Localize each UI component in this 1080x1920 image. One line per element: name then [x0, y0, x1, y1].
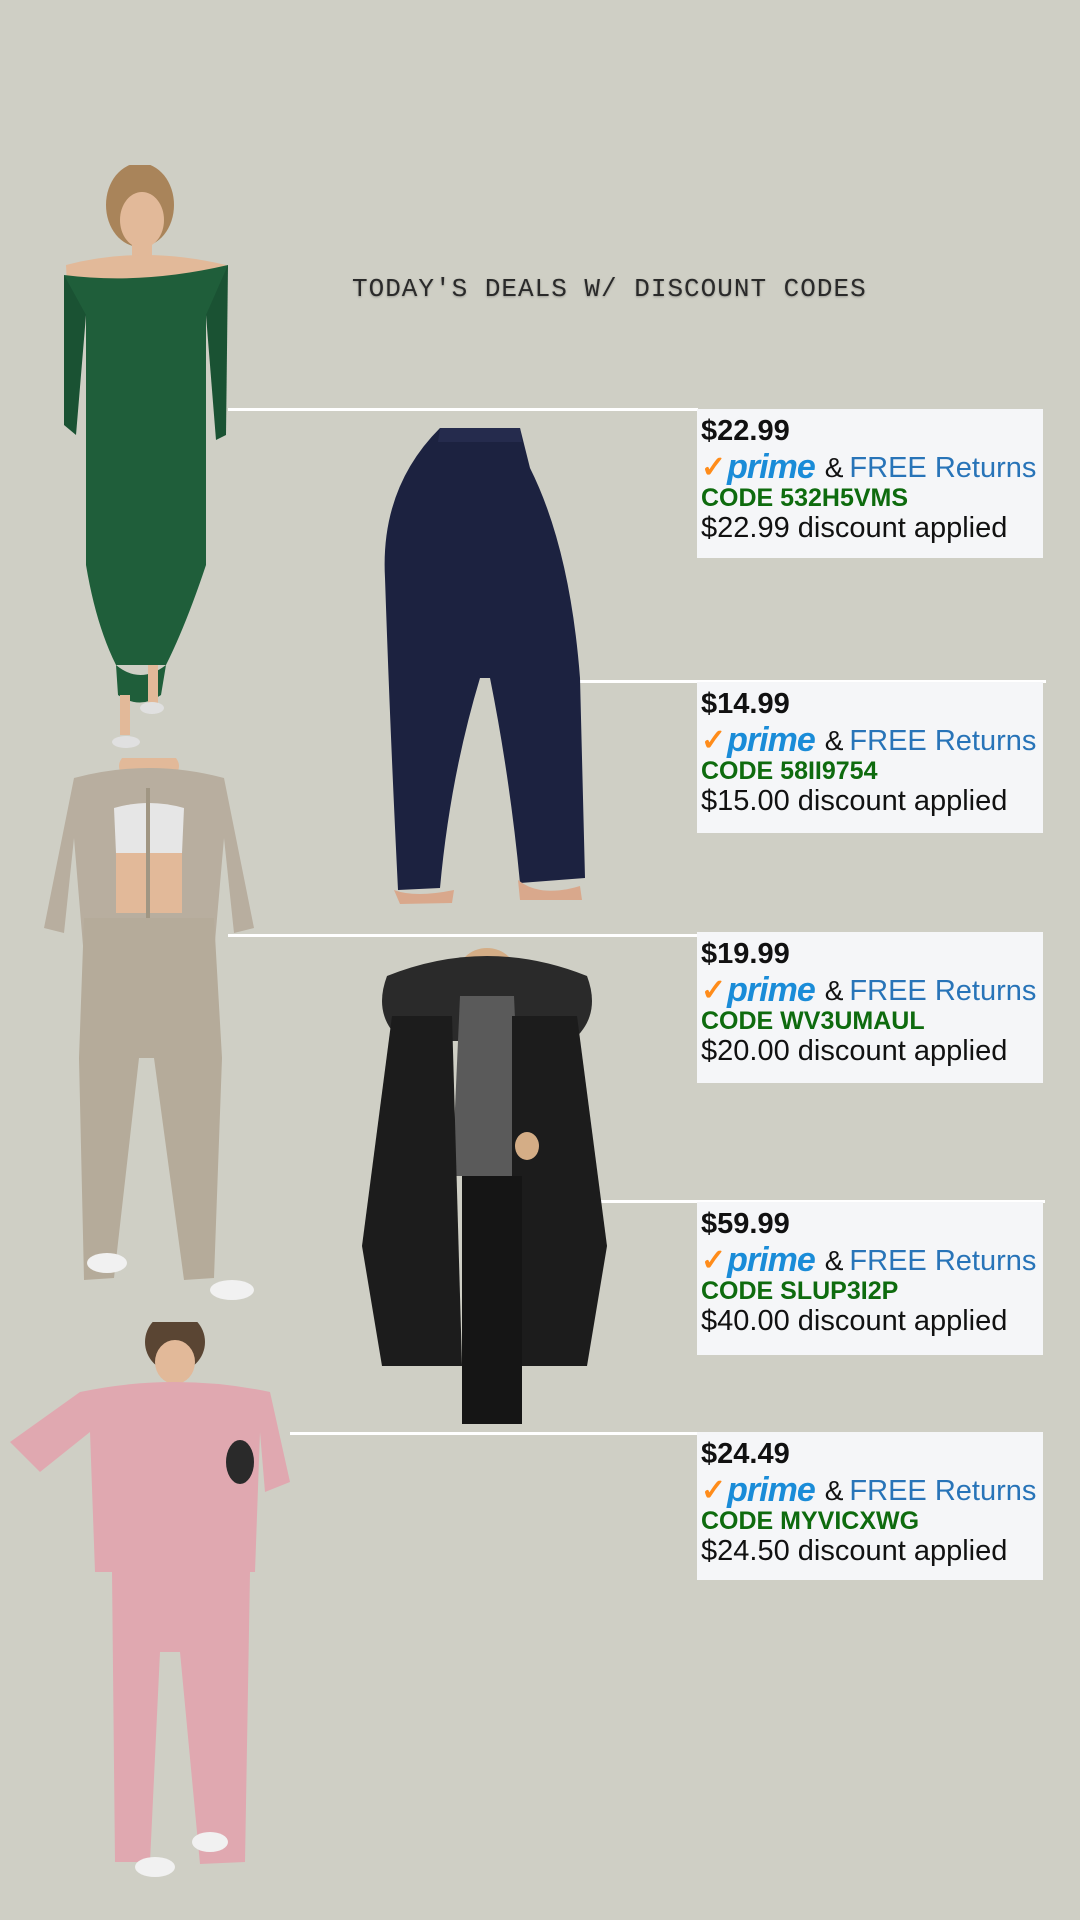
product-image-black-puffer-coat[interactable] — [352, 946, 617, 1424]
discount-code: CODE MYVICXWG — [701, 1507, 920, 1535]
page-title: TODAY'S DEALS W/ DISCOUNT CODES — [352, 274, 867, 304]
discount-applied-text: $40.00 discount applied — [701, 1305, 1008, 1337]
amp-text: & — [824, 1245, 844, 1276]
deal-price: $14.99 — [701, 688, 790, 720]
checkmark-icon: ✓ — [701, 974, 727, 1007]
discount-code: CODE SLUP3I2P — [701, 1277, 899, 1305]
discount-applied-text: $20.00 discount applied — [701, 1035, 1008, 1067]
deal-price: $22.99 — [701, 415, 790, 447]
discount-applied-text: $24.50 discount applied — [701, 1535, 1008, 1567]
prime-row: ✓ prime & FREE Returns — [701, 1473, 1043, 1507]
deal-price: $24.49 — [701, 1438, 790, 1470]
checkmark-icon: ✓ — [701, 1474, 727, 1507]
discount-code: CODE WV3UMAUL — [701, 1007, 925, 1035]
deal-card-4[interactable]: $59.99 ✓ prime & FREE Returns CODE SLUP3… — [697, 1202, 1043, 1355]
free-returns-link[interactable]: FREE Returns — [849, 452, 1036, 484]
product-image-taupe-sweatshirt-set[interactable] — [44, 758, 259, 1303]
deal-card-5[interactable]: $24.49 ✓ prime & FREE Returns CODE MYVIC… — [697, 1432, 1043, 1580]
prime-logo: prime — [727, 448, 816, 486]
prime-row: ✓ prime & FREE Returns — [701, 973, 1043, 1007]
deal-card-3[interactable]: $19.99 ✓ prime & FREE Returns CODE WV3UM… — [697, 932, 1043, 1083]
discount-applied-text: $15.00 discount applied — [701, 785, 1008, 817]
amp-text: & — [824, 452, 844, 483]
amp-text: & — [824, 725, 844, 756]
amp-text: & — [824, 1475, 844, 1506]
free-returns-link[interactable]: FREE Returns — [849, 1475, 1036, 1507]
product-image-pink-sweatshirt-set[interactable] — [0, 1322, 295, 1882]
checkmark-icon: ✓ — [701, 724, 727, 757]
prime-logo: prime — [727, 971, 816, 1009]
free-returns-link[interactable]: FREE Returns — [849, 1245, 1036, 1277]
checkmark-icon: ✓ — [701, 1244, 727, 1277]
deal-price: $59.99 — [701, 1208, 790, 1240]
prime-row: ✓ prime & FREE Returns — [701, 450, 1043, 484]
connector-line-1 — [228, 408, 698, 411]
connector-line-3 — [228, 934, 698, 937]
free-returns-link[interactable]: FREE Returns — [849, 725, 1036, 757]
prime-logo: prime — [727, 1241, 816, 1279]
deal-price: $19.99 — [701, 938, 790, 970]
deal-card-1[interactable]: $22.99 ✓ prime & FREE Returns CODE 532H5… — [697, 409, 1043, 558]
product-image-green-dress[interactable] — [56, 165, 231, 755]
discount-code: CODE 532H5VMS — [701, 484, 909, 512]
prime-row: ✓ prime & FREE Returns — [701, 1243, 1043, 1277]
deal-card-2[interactable]: $14.99 ✓ prime & FREE Returns CODE 58II9… — [697, 682, 1043, 833]
discount-code: CODE 58II9754 — [701, 757, 878, 785]
amp-text: & — [824, 975, 844, 1006]
free-returns-link[interactable]: FREE Returns — [849, 975, 1036, 1007]
prime-row: ✓ prime & FREE Returns — [701, 723, 1043, 757]
checkmark-icon: ✓ — [701, 451, 727, 484]
prime-logo: prime — [727, 721, 816, 759]
prime-logo: prime — [727, 1471, 816, 1509]
discount-applied-text: $22.99 discount applied — [701, 512, 1008, 544]
connector-line-5 — [290, 1432, 698, 1435]
product-image-navy-leggings[interactable] — [370, 428, 590, 920]
